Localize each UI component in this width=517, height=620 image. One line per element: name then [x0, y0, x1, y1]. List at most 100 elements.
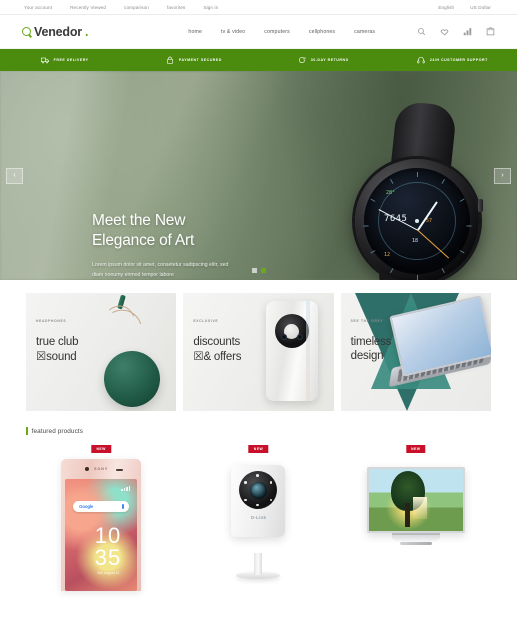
- compare-icon[interactable]: [463, 27, 472, 36]
- link-your-account[interactable]: Your account: [24, 5, 52, 10]
- promo-title-line-2: design: [350, 350, 384, 362]
- camera-brand-label: D-Link: [250, 515, 267, 520]
- watch-dial: 28° 7645 57 18 12: [363, 168, 472, 280]
- carousel-dots: [251, 268, 266, 273]
- hero-content: Meet the New Elegance of Art Lorem ipsum…: [92, 211, 267, 280]
- microphone-icon[interactable]: [121, 503, 125, 509]
- logo-dot: .: [84, 24, 89, 39]
- nav-item-tv-video[interactable]: tv & video: [221, 29, 245, 35]
- promo-text: SEE THE GREY timeless design: [351, 319, 392, 363]
- status-badge: NEW: [248, 445, 269, 453]
- tv-image-sunbeam: [412, 497, 427, 519]
- promo-banner-headphones[interactable]: HEADPHONES true club ☒sound: [26, 293, 177, 411]
- top-links: Your account Recently Viewed comparison …: [24, 5, 218, 10]
- status-bar-icons: [121, 486, 131, 491]
- product-image: SONY Google 10 35 Sat, August 13: [26, 457, 176, 591]
- featured-products-row: NEW SONY Google 10 35 Sat, August 13 NEW…: [0, 435, 517, 591]
- hero-title-line-2: Elegance of Art: [92, 232, 195, 249]
- product-image: D-Link: [183, 457, 333, 585]
- promo-title-line-2: ☒& offers: [193, 349, 242, 363]
- phone-speaker: [116, 468, 124, 471]
- site-header: Venedor . home tv & video computers cell…: [0, 15, 517, 49]
- product-image: [341, 457, 491, 585]
- camera-stand-neck: [254, 553, 263, 575]
- headphone-earcup: [104, 351, 161, 407]
- nav-item-cellphones[interactable]: cellphones: [309, 29, 335, 35]
- logo-text: Venedor: [34, 24, 82, 39]
- carousel-dot-1[interactable]: [251, 268, 257, 273]
- feature-customer-support: 24/H CUSTOMER SUPPORT: [388, 56, 517, 64]
- search-icon[interactable]: [417, 27, 426, 36]
- watch-crown: [478, 199, 483, 212]
- sony-phone-image: SONY Google 10 35 Sat, August 13: [61, 459, 142, 591]
- promo-title-line-1: true club: [36, 336, 79, 348]
- nav-item-cameras[interactable]: cameras: [354, 29, 375, 35]
- phone-brand-label: SONY: [94, 467, 109, 471]
- nav-item-home[interactable]: home: [188, 29, 202, 35]
- camera-lens: [249, 481, 267, 499]
- hero-carousel: 28° 7645 57 18 12 Meet the New Elegance …: [0, 71, 517, 280]
- carousel-prev-arrow-icon[interactable]: ‹: [6, 167, 23, 184]
- dlink-camera-image: D-Link: [231, 465, 286, 537]
- tv-wallpaper: [368, 469, 463, 531]
- tv-stand-foot: [399, 542, 432, 545]
- promo-text: EXCLUSIVE discounts ☒& offers: [193, 319, 241, 364]
- nav-item-computers[interactable]: computers: [264, 29, 290, 35]
- featured-section-header: featured products: [0, 411, 517, 435]
- promo-title-line-1: discounts: [193, 336, 241, 348]
- headset-icon: [417, 56, 425, 64]
- link-sign-in[interactable]: Sign in: [203, 5, 218, 10]
- promo-kicker: HEADPHONES: [36, 319, 67, 323]
- language-selector[interactable]: English: [438, 5, 454, 10]
- promo-glyph: ☒: [36, 349, 47, 363]
- promo-title-line-1: timeless: [350, 336, 392, 348]
- television-screen: [366, 467, 465, 533]
- feature-free-delivery: FREE DELIVERY: [0, 56, 129, 64]
- feature-label: 30-DAY RETURNS: [310, 58, 349, 62]
- site-logo[interactable]: Venedor .: [22, 25, 88, 39]
- promo-title: timeless design: [351, 335, 392, 363]
- header-action-icons: [417, 27, 495, 36]
- return-arrow-icon: [298, 56, 306, 64]
- logo-search-mark-icon: [22, 27, 31, 36]
- feature-payment-secured: PAYMENT SECURED: [129, 56, 258, 64]
- camera-lens-ring: [239, 471, 278, 509]
- hero-smartwatch-image: 28° 7645 57 18 12: [355, 100, 483, 280]
- status-badge: NEW: [91, 445, 111, 453]
- feature-label: PAYMENT SECURED: [178, 58, 222, 62]
- phone-edge-highlight: [305, 301, 310, 401]
- search-input[interactable]: Google: [79, 504, 93, 509]
- wishlist-heart-icon[interactable]: [440, 27, 449, 36]
- product-card-phone[interactable]: NEW SONY Google 10 35 Sat, August 13: [26, 445, 177, 591]
- product-card-camera[interactable]: NEW D-Link: [183, 445, 334, 585]
- tv-image-trunk: [404, 503, 410, 527]
- promo-banner-discounts[interactable]: EXCLUSIVE discounts ☒& offers: [183, 293, 334, 411]
- link-comparison[interactable]: comparison: [124, 5, 149, 10]
- cart-icon[interactable]: [486, 27, 495, 36]
- status-badge: NEW: [406, 445, 426, 453]
- currency-selector[interactable]: US Dollar: [470, 5, 491, 10]
- promo-glyph: ☒: [193, 349, 204, 363]
- phone-top-bezel: SONY: [61, 459, 141, 479]
- link-favorites[interactable]: favorites: [167, 5, 185, 10]
- promo-banner-laptop[interactable]: SEE THE GREY timeless design: [340, 293, 491, 411]
- hero-title: Meet the New Elegance of Art: [92, 211, 267, 251]
- section-title: featured products: [31, 427, 84, 435]
- watch-face: 28° 7645 57 18 12: [355, 159, 479, 280]
- delivery-truck-icon: [40, 56, 49, 64]
- carousel-dot-2[interactable]: [260, 268, 266, 273]
- camera-lens: [296, 334, 303, 340]
- product-card-tv[interactable]: NEW: [340, 445, 491, 585]
- promo-kicker: EXCLUSIVE: [193, 319, 219, 323]
- link-recently-viewed[interactable]: Recently Viewed: [70, 5, 106, 10]
- camera-lens: [280, 334, 287, 340]
- google-search-bar[interactable]: Google: [73, 501, 130, 512]
- feature-label: FREE DELIVERY: [53, 58, 89, 62]
- lockscreen-hour: 10: [94, 523, 122, 548]
- promo-banner-row: HEADPHONES true club ☒sound EXCLUSIVE di…: [0, 280, 517, 411]
- smartphone-back-image: [265, 301, 318, 401]
- top-selectors: English US Dollar: [438, 5, 491, 10]
- carousel-next-arrow-icon[interactable]: ›: [494, 167, 511, 184]
- lock-icon: [166, 56, 174, 64]
- promo-title: discounts ☒& offers: [193, 335, 241, 364]
